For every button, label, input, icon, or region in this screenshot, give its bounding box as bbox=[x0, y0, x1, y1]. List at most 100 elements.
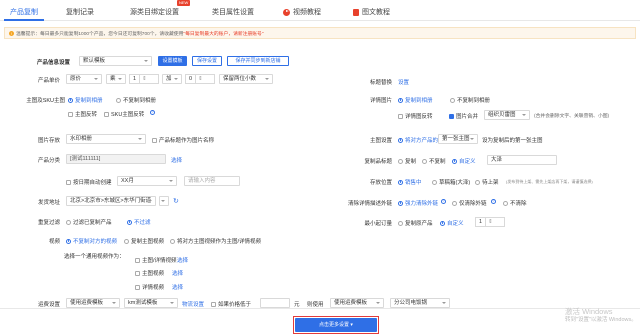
price-threshold-input[interactable] bbox=[260, 298, 290, 308]
logistics-settings-link[interactable]: 物流设置 bbox=[182, 300, 204, 308]
min-order-stepper[interactable]: 1 ⇕ bbox=[475, 217, 505, 227]
radio-label: 复制到相册 bbox=[75, 98, 103, 104]
video-choice-main-detail[interactable]: 主图/详情视频 bbox=[135, 256, 177, 264]
stock-hint: (发布到待上架、需先上架店再下架，请谨慎选择) bbox=[506, 179, 593, 184]
radio-label: 不过滤 bbox=[134, 220, 151, 226]
sku-image-flip-checkbox[interactable]: SKU主图反转 bbox=[104, 110, 144, 118]
alt-freight-name-select[interactable]: 分公司电饭锅 bbox=[390, 298, 450, 308]
no-copy-video-radio[interactable]: 不复制对方的视频 bbox=[66, 237, 117, 245]
price-op2-select[interactable]: 加 bbox=[162, 74, 182, 84]
dedupe-label: 重复过滤 bbox=[37, 220, 60, 226]
copy-main-video-radio[interactable]: 复制主图视频 bbox=[124, 237, 164, 245]
ship-from-sub-select[interactable] bbox=[159, 196, 169, 206]
merge-style-select[interactable]: 组织贝雷图 bbox=[484, 110, 530, 120]
tip-text: 温馨提示：每日最多只能复制1000个产品，您今日还可复制700个，请收藏使用 bbox=[16, 31, 184, 37]
detail-flip-checkbox[interactable]: 详情图反转 bbox=[398, 112, 433, 120]
tab-text-tutorial[interactable]: 图文教程 bbox=[353, 6, 390, 18]
help-icon[interactable]: ? bbox=[491, 199, 496, 204]
radio-label: 草稿箱(大泽) bbox=[439, 180, 471, 186]
choose-video-link[interactable]: 选择 bbox=[177, 256, 188, 264]
ship-from-select[interactable]: 北京>北京市>东城区>东华门街道 bbox=[66, 196, 156, 206]
help-icon[interactable]: ? bbox=[441, 199, 446, 204]
set-template-button[interactable]: 设置模板 bbox=[158, 56, 187, 66]
freight-template-name-select[interactable]: km测试模板 bbox=[124, 298, 178, 308]
strong-clear-radio[interactable]: 强力清除外链 bbox=[398, 199, 438, 207]
month-select[interactable]: XX月 bbox=[117, 176, 177, 186]
main-image-flip-checkbox[interactable]: 主图反转 bbox=[68, 110, 97, 118]
stepper-arrows-icon[interactable]: ⇕ bbox=[139, 75, 149, 83]
on-sale-radio[interactable]: 销售中 bbox=[398, 178, 422, 186]
sku-copy-radio[interactable]: 复制到相册 bbox=[68, 96, 103, 104]
tab-category-binding[interactable]: 源类目绑定设置 bbox=[130, 6, 179, 18]
detail-copy-radio[interactable]: 复制到相册 bbox=[398, 96, 433, 104]
no-clear-radio[interactable]: 不清除 bbox=[503, 199, 527, 207]
price-label: 产品单价 bbox=[37, 78, 60, 84]
tip-highlight[interactable]: "每日复制最大的账户，请新注册账号" bbox=[183, 30, 263, 37]
price-multiplier-stepper[interactable]: 1 ⇕ bbox=[129, 74, 159, 84]
title-as-image-name-checkbox[interactable]: 产品标题作为图片名称 bbox=[152, 136, 214, 144]
freight-label: 运费设置 bbox=[37, 302, 60, 308]
content-input[interactable]: 请输入内容 bbox=[184, 176, 240, 186]
price-addend-stepper[interactable]: 0 ⇕ bbox=[185, 74, 215, 84]
radio-label: 不复制 bbox=[429, 159, 446, 165]
radio-label: 复制主图视频 bbox=[131, 239, 165, 245]
main-image-suffix: 设为复制后的第一张主图 bbox=[482, 138, 543, 144]
use-their-video-radio[interactable]: 将对方主图视频作为主图/详情视频 bbox=[170, 237, 261, 245]
tab-video-tutorial[interactable]: 视频教程 bbox=[283, 6, 321, 18]
tab-category-attrs[interactable]: 类目属性设置 bbox=[212, 6, 254, 18]
clear-links-only-radio[interactable]: 仅清除外链 bbox=[452, 199, 487, 207]
stepper-arrows-icon[interactable]: ⇕ bbox=[485, 218, 495, 226]
copy-original-radio[interactable]: 复制原产品 bbox=[398, 219, 433, 227]
freight-template-select[interactable]: 使用运费模板 bbox=[66, 298, 120, 308]
title-replace-settings-link[interactable]: 设置 bbox=[398, 78, 409, 86]
save-sync-button[interactable]: 保存并同步到新店铺 bbox=[227, 56, 289, 66]
auto-create-by-date-checkbox[interactable]: 按日期自动创建 bbox=[66, 178, 112, 186]
checkbox-label: 按日期自动创建 bbox=[73, 180, 112, 186]
save-settings-button[interactable]: 保存设置 bbox=[192, 56, 222, 66]
radio-label: 不复制对方的视频 bbox=[73, 239, 118, 245]
title-custom-radio[interactable]: 自定义 bbox=[452, 157, 476, 165]
choose-video-link[interactable]: 选择 bbox=[172, 269, 183, 277]
album-select[interactable]: 水印相册 bbox=[66, 134, 146, 144]
video-choice-main[interactable]: 主图视频 bbox=[135, 269, 164, 277]
decimal-select[interactable]: 保留两位小数 bbox=[219, 74, 273, 84]
price-below-checkbox[interactable]: 如果价格低于 bbox=[211, 300, 251, 308]
detail-nocopy-radio[interactable]: 不复制到相册 bbox=[450, 96, 490, 104]
merge-hint: (合并会删除文字、关联营销、小图) bbox=[534, 114, 610, 119]
tab-copy-records[interactable]: 复制记录 bbox=[66, 6, 94, 18]
main-image-select[interactable]: 第一张主图 bbox=[438, 134, 478, 144]
stepper-arrows-icon[interactable]: ⇕ bbox=[195, 75, 205, 83]
tab-label: 复制记录 bbox=[66, 9, 94, 16]
pending-shelf-radio[interactable]: 待上架 bbox=[475, 178, 499, 186]
main-image-radio[interactable]: 将对方产品的 bbox=[398, 136, 438, 144]
choose-video-link[interactable]: 选择 bbox=[172, 283, 183, 291]
refresh-icon[interactable]: ↻ bbox=[173, 197, 179, 205]
radio-label: 将对方主图视频作为主图/详情视频 bbox=[177, 239, 262, 245]
watermark-title: 激活 Windows bbox=[565, 307, 613, 316]
checkbox-label: 主图反转 bbox=[75, 112, 98, 118]
draft-radio[interactable]: 草稿箱(大泽) bbox=[432, 178, 470, 186]
title-nocopy-radio[interactable]: 不复制 bbox=[422, 157, 446, 165]
filter-copied-radio[interactable]: 过滤已复制产品 bbox=[66, 218, 112, 226]
min-order-label: 最小起订量 bbox=[364, 221, 392, 227]
tab-product-copy[interactable]: 产品复制 bbox=[10, 6, 38, 18]
stock-label: 存放位置 bbox=[369, 180, 392, 186]
video-choice-detail[interactable]: 详情视频 bbox=[135, 283, 164, 291]
tab-label: 源类目绑定设置 bbox=[130, 9, 179, 16]
alt-freight-select[interactable]: 使用运费模板 bbox=[330, 298, 384, 308]
no-filter-radio[interactable]: 不过滤 bbox=[127, 218, 151, 226]
image-merge-checkbox[interactable]: 图片合并 bbox=[449, 112, 478, 120]
min-order-custom-radio[interactable]: 自定义 bbox=[440, 219, 464, 227]
price-mode-select[interactable]: 原价 bbox=[66, 74, 102, 84]
image-storage-label: 图片存放 bbox=[37, 138, 60, 144]
title-copy-radio[interactable]: 复制 bbox=[398, 157, 416, 165]
then-use-label: 则使用 bbox=[307, 302, 324, 308]
price-op1-select[interactable]: 乘 bbox=[106, 74, 126, 84]
checkbox-label: 详情视频 bbox=[142, 285, 165, 291]
sku-nocopy-radio[interactable]: 不复制到相册 bbox=[116, 96, 156, 104]
help-icon[interactable]: ? bbox=[150, 110, 155, 115]
choose-category-link[interactable]: 选择 bbox=[171, 156, 182, 164]
custom-title-input[interactable]: 大泽 bbox=[487, 155, 557, 165]
video-label: 视频 bbox=[48, 239, 60, 245]
template-select[interactable]: 默认模板 bbox=[79, 56, 152, 66]
